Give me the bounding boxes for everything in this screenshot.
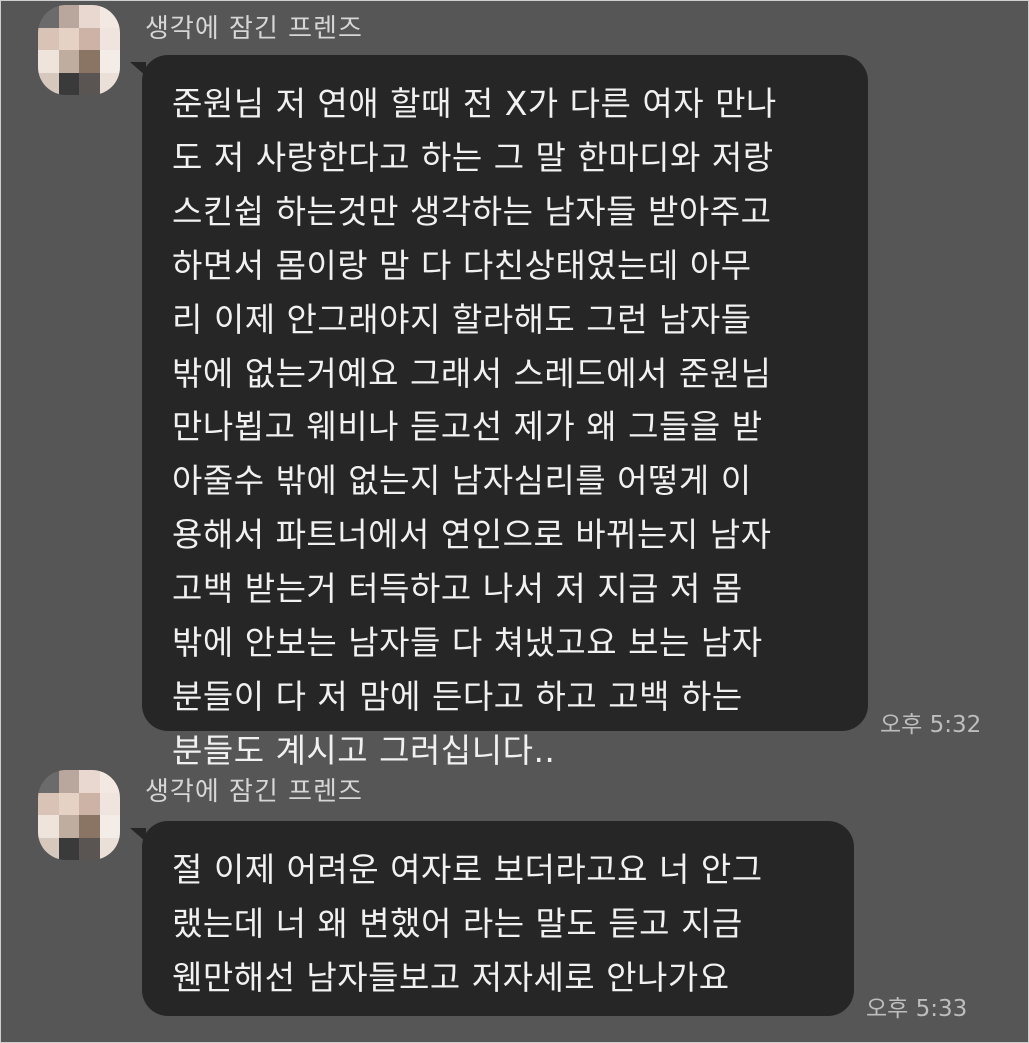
pixelated-avatar-icon[interactable] — [38, 770, 120, 860]
avatar-pixel — [99, 792, 120, 815]
message-line: 준원님 저 연애 할때 전 X가 다른 여자 만나 — [172, 84, 777, 123]
avatar-pixel — [58, 837, 79, 860]
avatar-pixel — [79, 770, 100, 793]
message-timestamp: 오후 5:32 — [880, 712, 982, 738]
avatar-pixel — [58, 72, 79, 95]
avatar-pixel — [79, 72, 100, 95]
avatar-pixel — [79, 5, 100, 28]
avatar-pixel — [99, 27, 120, 50]
message-line: 스킨쉽 하는것만 생각하는 남자들 받아주고 — [172, 191, 772, 231]
avatar-pixel — [38, 50, 59, 73]
message-line: 분들도 계시고 그러십니다.. — [172, 730, 556, 770]
message-line: 고백 받는거 터득하고 나서 저 지금 저 몸 — [172, 569, 743, 609]
message-bubble[interactable]: 준원님 저 연애 할때 전 X가 다른 여자 만나도 저 사랑한다고 하는 그 … — [142, 55, 868, 770]
message-line: 절 이제 어려운 여자로 보더라고요 너 안그 — [172, 850, 763, 889]
message-line: 리 이제 안그래야지 할라해도 그런 남자들 — [172, 299, 752, 339]
sender-name: 생각에 잠긴 프렌즈 — [145, 14, 363, 44]
avatar-pixel — [38, 815, 59, 838]
avatar-pixel — [99, 50, 120, 73]
avatar-pixel — [58, 5, 79, 28]
avatar-pixel — [79, 27, 100, 50]
message-line: 하면서 몸이랑 맘 다 다친상태였는데 아무 — [172, 245, 752, 285]
message-line: 용해서 파트너에서 연인으로 바뀌는지 남자 — [172, 515, 772, 555]
message-text: 절 이제 어려운 여자로 보더라고요 너 안그랬는데 너 왜 변했어 라는 말도… — [172, 843, 826, 1005]
message-line: 만나뵙고 웨비나 듣고선 제가 왜 그들을 받 — [172, 407, 763, 447]
avatar-pixel — [79, 792, 100, 815]
avatar-pixel — [79, 837, 100, 860]
avatar-pixel — [58, 50, 79, 73]
avatar-pixel — [79, 50, 100, 73]
avatar-pixel — [38, 792, 59, 815]
avatar-pixel — [79, 815, 100, 838]
avatar-pixel — [58, 27, 79, 50]
avatar-pixel — [38, 27, 59, 50]
message-text: 준원님 저 연애 할때 전 X가 다른 여자 만나도 저 사랑한다고 하는 그 … — [172, 77, 840, 778]
message-line: 아줄수 밖에 없는지 남자심리를 어떻게 이 — [172, 461, 752, 501]
message-line: 밖에 안보는 남자들 다 쳐냈고요 보는 남자 — [172, 623, 763, 663]
avatar-pixel — [58, 815, 79, 838]
message-line: 도 저 사랑한다고 하는 그 말 한마디와 저랑 — [172, 137, 774, 177]
avatar-pixel — [58, 792, 79, 815]
message-line: 밖에 없는거예요 그래서 스레드에서 준원님 — [172, 353, 772, 393]
message-line: 랬는데 너 왜 변했어 라는 말도 듣고 지금 — [172, 903, 743, 943]
message-line: 분들이 다 저 맘에 든다고 하고 고백 하는 — [172, 676, 743, 716]
message-timestamp: 오후 5:33 — [866, 996, 968, 1022]
message-bubble[interactable]: 절 이제 어려운 여자로 보더라고요 너 안그랬는데 너 왜 변했어 라는 말도… — [142, 821, 854, 1016]
avatar-pixel — [99, 815, 120, 838]
sender-name: 생각에 잠긴 프렌즈 — [145, 777, 363, 807]
message-line: 웬만해선 남자들보고 저자세로 안나가요 — [172, 957, 730, 997]
avatar-pixel — [58, 770, 79, 793]
pixelated-avatar-icon[interactable] — [38, 5, 120, 95]
